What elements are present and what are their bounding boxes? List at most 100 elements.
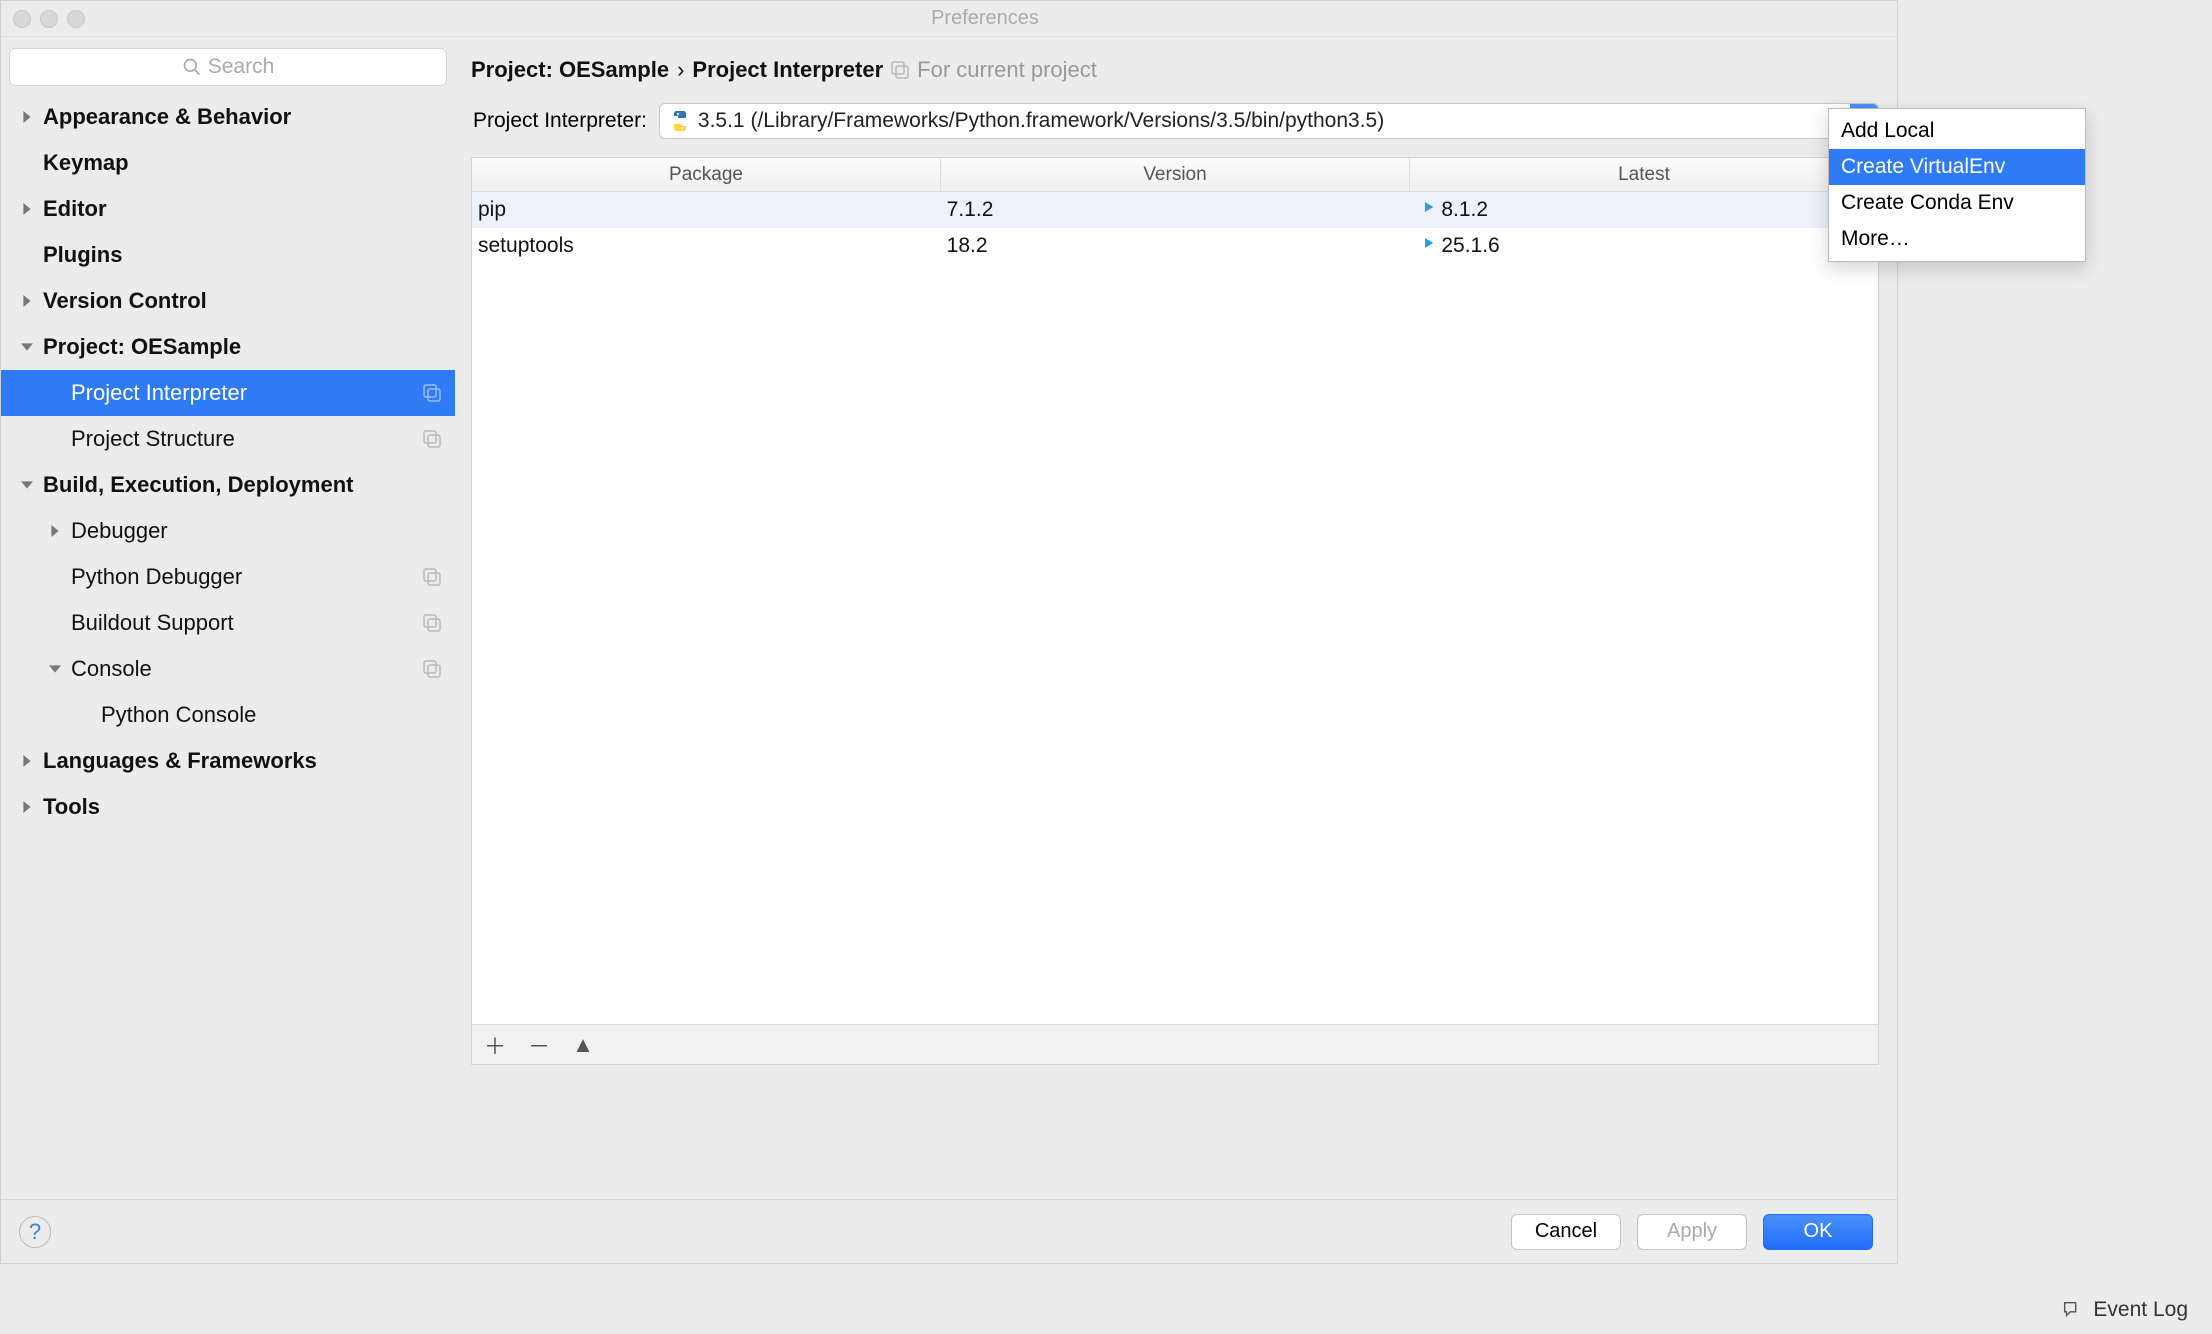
- search-input[interactable]: Search: [9, 48, 447, 86]
- preferences-dialog: Preferences Search Appearance & Behavior…: [0, 0, 1898, 1264]
- sidebar-item-label: Debugger: [71, 518, 168, 544]
- sidebar-item[interactable]: Tools: [1, 784, 455, 830]
- menu-item[interactable]: Add Local: [1829, 113, 2085, 149]
- col-package[interactable]: Package: [472, 158, 941, 191]
- upgrade-available-icon: [1415, 233, 1435, 259]
- table-row[interactable]: setuptools18.225.1.6: [472, 228, 1878, 264]
- packages-table: Package Version Latest pip7.1.28.1.2setu…: [471, 157, 1879, 1065]
- sidebar-item-label: Version Control: [43, 288, 207, 314]
- breadcrumb: Project: OESample › Project Interpreter …: [471, 47, 1879, 103]
- sidebar-item[interactable]: Languages & Frameworks: [1, 738, 455, 784]
- remove-package-button[interactable]: －: [526, 1029, 552, 1061]
- tree-arrow-icon: [47, 523, 63, 539]
- sidebar-item-label: Python Console: [101, 702, 256, 728]
- breadcrumb-project: Project: OESample: [471, 57, 669, 83]
- interpreter-label: Project Interpreter:: [473, 109, 647, 133]
- minimize-window-button[interactable]: [40, 10, 58, 28]
- menu-item[interactable]: Create VirtualEnv: [1829, 149, 2085, 185]
- cell-version: 18.2: [941, 228, 1410, 263]
- sidebar-item-label: Python Debugger: [71, 564, 242, 590]
- sidebar-item-label: Buildout Support: [71, 610, 234, 636]
- sidebar-item-label: Appearance & Behavior: [43, 104, 291, 130]
- sidebar-item-label: Tools: [43, 794, 100, 820]
- upgrade-package-button[interactable]: ▲: [570, 1032, 596, 1058]
- sidebar-item[interactable]: Build, Execution, Deployment: [1, 462, 455, 508]
- tree-arrow-icon: [19, 109, 35, 125]
- sidebar-item[interactable]: Keymap: [1, 140, 455, 186]
- sidebar-item-label: Console: [71, 656, 152, 682]
- sidebar-item[interactable]: Python Debugger: [1, 554, 455, 600]
- sidebar-item[interactable]: Buildout Support: [1, 600, 455, 646]
- status-bar: Event Log: [2061, 1298, 2188, 1322]
- interpreter-combo[interactable]: 3.5.1 (/Library/Frameworks/Python.framew…: [659, 103, 1879, 139]
- search-placeholder: Search: [208, 55, 275, 79]
- tree-arrow-icon: [19, 477, 35, 493]
- sidebar-item[interactable]: Python Console: [1, 692, 455, 738]
- window-title: Preferences: [85, 7, 1885, 30]
- sidebar-item[interactable]: Project Interpreter: [1, 370, 455, 416]
- tree-arrow-icon: [19, 293, 35, 309]
- titlebar: Preferences: [1, 1, 1897, 37]
- breadcrumb-page: Project Interpreter: [692, 57, 883, 83]
- sidebar-item[interactable]: Editor: [1, 186, 455, 232]
- sidebar: Search Appearance & Behavior Keymap Editor…: [1, 37, 455, 1199]
- sidebar-item-label: Plugins: [43, 242, 122, 268]
- tree-arrow-icon: [19, 799, 35, 815]
- tree-arrow-icon: [19, 339, 35, 355]
- sidebar-item-label: Keymap: [43, 150, 129, 176]
- menu-item[interactable]: Create Conda Env: [1829, 185, 2085, 221]
- tree-arrow-icon: [47, 385, 63, 401]
- cancel-button[interactable]: Cancel: [1511, 1214, 1621, 1250]
- sidebar-item-label: Build, Execution, Deployment: [43, 472, 353, 498]
- cell-latest: 25.1.6: [1409, 228, 1878, 263]
- ok-button[interactable]: OK: [1763, 1214, 1873, 1250]
- col-version[interactable]: Version: [941, 158, 1410, 191]
- sidebar-item[interactable]: Project Structure: [1, 416, 455, 462]
- sidebar-item-label: Editor: [43, 196, 107, 222]
- window-controls: [13, 10, 85, 28]
- sidebar-item[interactable]: Project: OESample: [1, 324, 455, 370]
- sidebar-item-label: Project Structure: [71, 426, 235, 452]
- sidebar-item[interactable]: Version Control: [1, 278, 455, 324]
- event-log-icon: [2061, 1299, 2083, 1321]
- event-log-label[interactable]: Event Log: [2093, 1298, 2188, 1322]
- breadcrumb-hint: For current project: [917, 57, 1097, 83]
- sidebar-item-label: Languages & Frameworks: [43, 748, 317, 774]
- table-header: Package Version Latest: [472, 158, 1878, 192]
- menu-item[interactable]: More…: [1829, 221, 2085, 257]
- tree-arrow-icon: [47, 569, 63, 585]
- tree-arrow-icon: [19, 155, 35, 171]
- tree-arrow-icon: [47, 661, 63, 677]
- interpreter-value: 3.5.1 (/Library/Frameworks/Python.framew…: [698, 109, 1850, 133]
- python-icon: [668, 109, 692, 133]
- project-scope-icon: [891, 61, 909, 79]
- add-package-button[interactable]: ＋: [482, 1029, 508, 1061]
- breadcrumb-separator: ›: [677, 57, 684, 83]
- help-button[interactable]: ?: [19, 1216, 51, 1248]
- table-toolbar: ＋ － ▲: [472, 1024, 1878, 1064]
- col-latest[interactable]: Latest: [1410, 158, 1878, 191]
- tree-arrow-icon: [19, 247, 35, 263]
- sidebar-item[interactable]: Debugger: [1, 508, 455, 554]
- tree-arrow-icon: [19, 753, 35, 769]
- search-icon: [182, 57, 202, 77]
- tree-arrow-icon: [19, 201, 35, 217]
- main-panel: Project: OESample › Project Interpreter …: [455, 37, 1897, 1199]
- tree-arrow-icon: [77, 707, 93, 723]
- tree-arrow-icon: [47, 615, 63, 631]
- cell-package: pip: [472, 192, 941, 227]
- settings-tree: Appearance & Behavior Keymap Editor Plugins…: [1, 94, 455, 830]
- sidebar-item-label: Project Interpreter: [71, 380, 247, 406]
- cell-package: setuptools: [472, 228, 941, 263]
- close-window-button[interactable]: [13, 10, 31, 28]
- sidebar-item[interactable]: Plugins: [1, 232, 455, 278]
- table-row[interactable]: pip7.1.28.1.2: [472, 192, 1878, 228]
- sidebar-item[interactable]: Console: [1, 646, 455, 692]
- apply-button[interactable]: Apply: [1637, 1214, 1747, 1250]
- sidebar-item[interactable]: Appearance & Behavior: [1, 94, 455, 140]
- tree-arrow-icon: [47, 431, 63, 447]
- interpreter-settings-popup: Add LocalCreate VirtualEnvCreate Conda E…: [1828, 108, 2086, 262]
- zoom-window-button[interactable]: [67, 10, 85, 28]
- cell-latest: 8.1.2: [1409, 192, 1878, 227]
- dialog-footer: ? Cancel Apply OK: [1, 1199, 1897, 1263]
